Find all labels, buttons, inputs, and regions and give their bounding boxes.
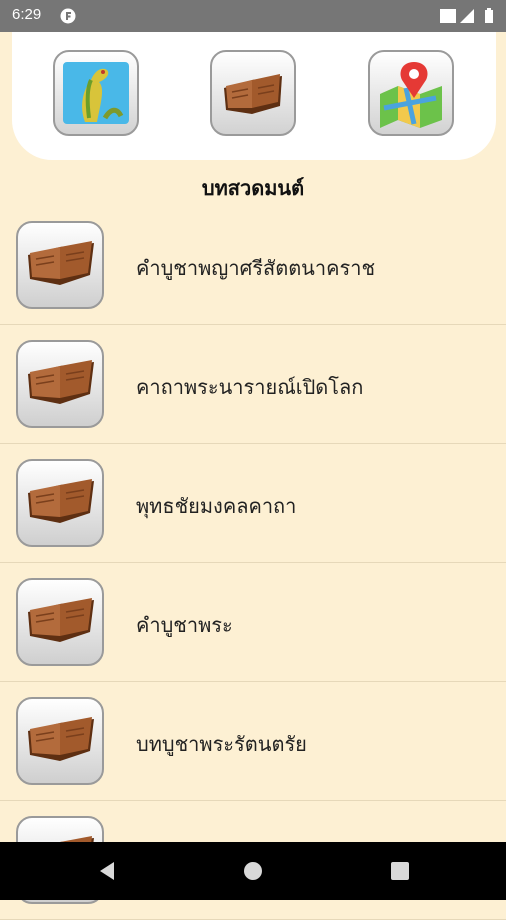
book-icon	[16, 221, 104, 309]
status-time: 6:29	[12, 6, 42, 23]
notification-app-icon	[60, 8, 76, 24]
item-label: คำบูชาพระ	[136, 613, 233, 637]
book-button[interactable]	[210, 50, 296, 136]
item-label: คำบูชาพญาศรีสัตตนาคราช	[136, 256, 376, 280]
naga-image-icon	[63, 62, 129, 124]
map-button[interactable]	[368, 50, 454, 136]
back-icon	[100, 862, 114, 880]
section-title: บทสวดมนต์	[201, 176, 305, 200]
top-menu-card	[12, 32, 496, 160]
signal-icon	[460, 9, 474, 23]
map-location-icon	[380, 62, 442, 128]
back-button[interactable]	[76, 842, 136, 900]
prayer-list: คำบูชาพญาศรีสัตตนาคราช คาถาพระนารายณ์เปิ…	[0, 206, 506, 920]
list-item[interactable]: คาถาพระนารายณ์เปิดโลก	[0, 325, 506, 444]
item-label: พุทธชัยมงคลคาถา	[136, 494, 297, 518]
status-icons	[438, 7, 498, 25]
recents-icon	[391, 862, 409, 880]
list-item[interactable]: คำบูชาพญาศรีสัตตนาคราช	[0, 206, 506, 325]
list-item[interactable]: บทบูชาพระรัตนตรัย	[0, 682, 506, 801]
book-icon	[16, 578, 104, 666]
book-icon	[16, 697, 104, 785]
status-bar: 6:29	[0, 0, 506, 32]
book-icon	[224, 74, 282, 114]
naga-button[interactable]	[53, 50, 139, 136]
recents-button[interactable]	[370, 842, 430, 900]
list-item[interactable]: พุทธชัยมงคลคาถา	[0, 444, 506, 563]
list-item[interactable]: คำบูชาพระ	[0, 563, 506, 682]
home-icon	[244, 862, 262, 880]
item-label: คาถาพระนารายณ์เปิดโลก	[136, 375, 364, 399]
wifi-icon	[440, 9, 456, 23]
home-button[interactable]	[223, 842, 283, 900]
book-icon	[16, 340, 104, 428]
battery-icon	[485, 8, 493, 23]
book-icon	[16, 459, 104, 547]
item-label: บทบูชาพระรัตนตรัย	[136, 732, 307, 756]
navigation-bar	[0, 842, 506, 900]
